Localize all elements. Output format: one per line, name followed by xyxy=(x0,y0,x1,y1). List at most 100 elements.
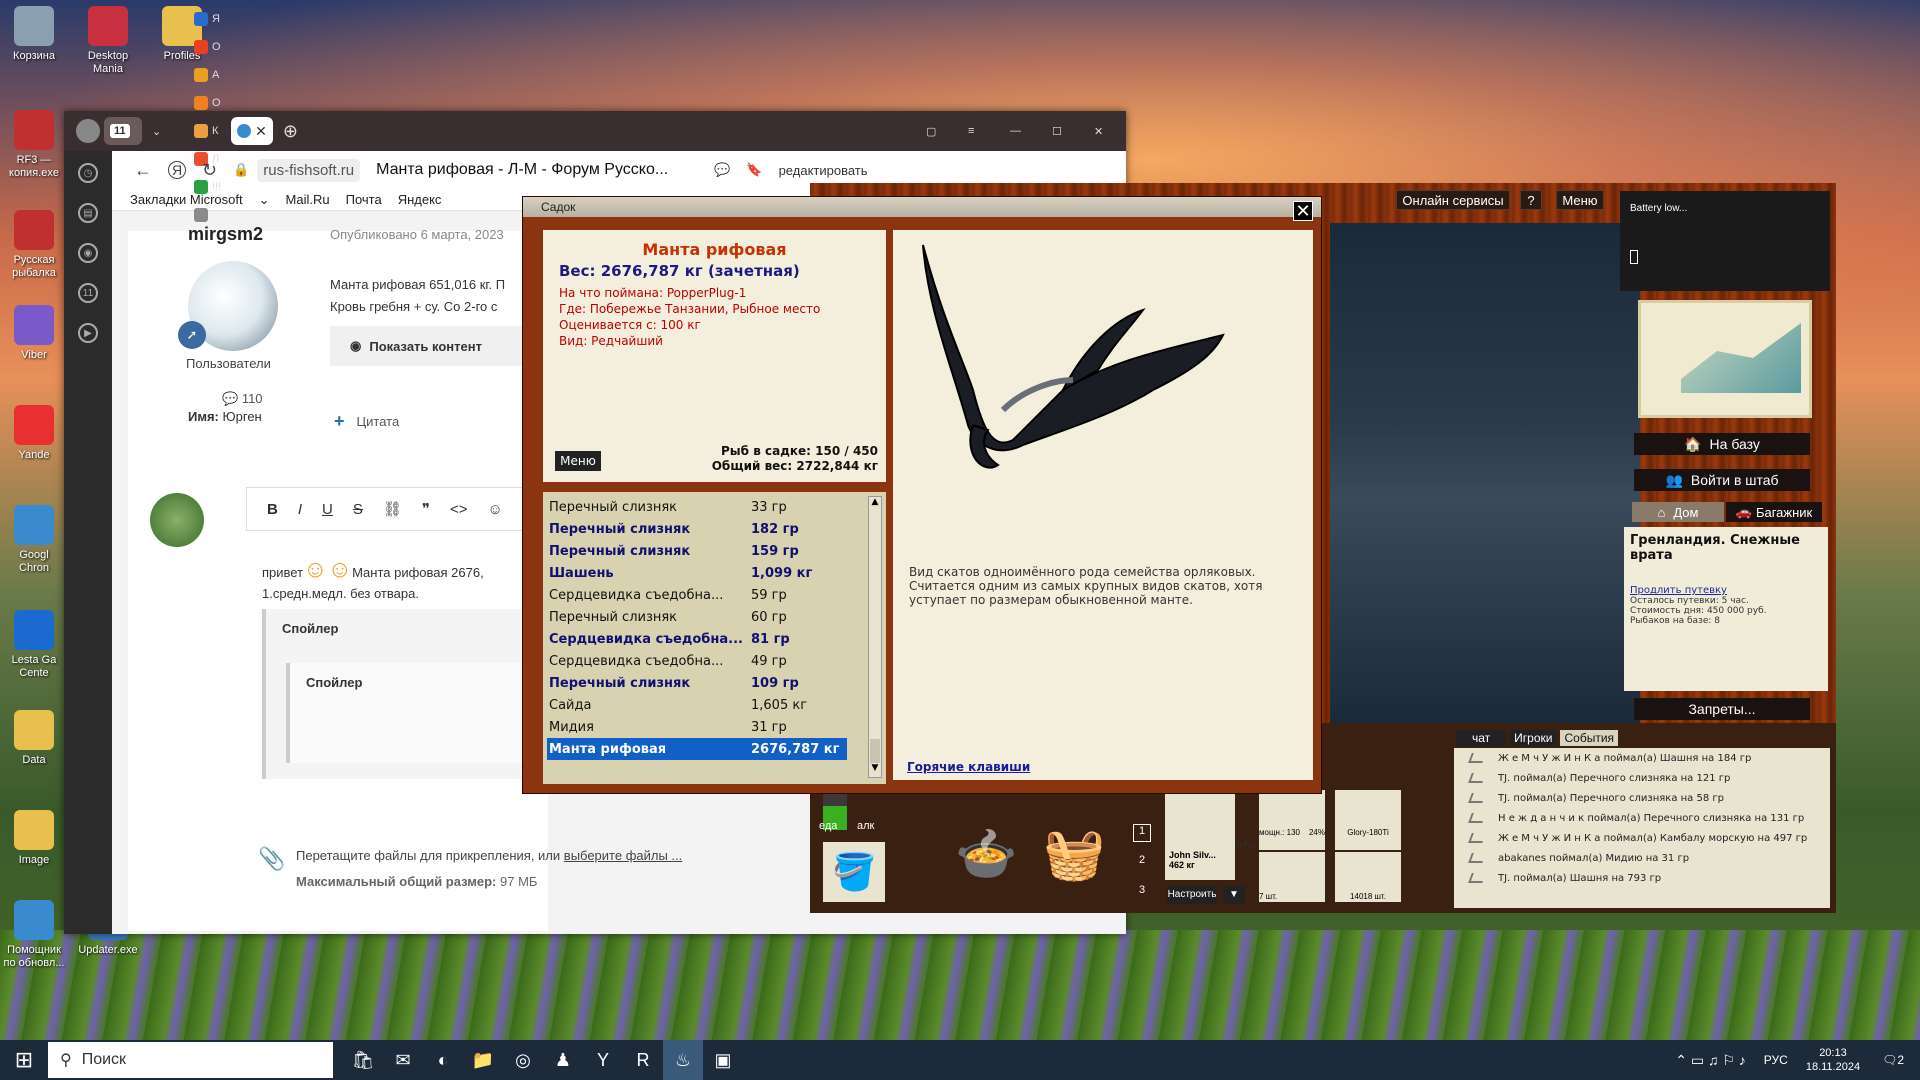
to-base-button[interactable]: 🏠 На базу xyxy=(1634,433,1810,455)
window-close-icon[interactable]: ✕ xyxy=(1088,117,1126,145)
bookmark-pochta[interactable]: Почта xyxy=(346,192,382,207)
desktop-icon[interactable]: Русская рыбалка xyxy=(0,210,68,280)
dialog-close-button[interactable]: ✕ xyxy=(1293,201,1313,221)
setup-button[interactable]: Настроить xyxy=(1167,886,1217,904)
bookmark-microsoft[interactable]: Закладки Microsoft xyxy=(130,192,243,207)
rf3-icon[interactable]: R xyxy=(623,1040,663,1080)
slot-3[interactable]: 3 xyxy=(1133,884,1151,902)
list-item[interactable]: Манта рифовая 2676,787 кг xyxy=(547,738,847,760)
desktop-icon[interactable]: Image xyxy=(0,810,68,867)
menu-icon[interactable]: ≡ xyxy=(962,117,1000,145)
pot-icon[interactable]: 🍲 xyxy=(955,825,1017,884)
username[interactable]: mirgsm2 xyxy=(188,224,263,245)
quote-icon[interactable]: ❞ xyxy=(422,500,430,518)
collections-icon[interactable]: ▤ xyxy=(78,203,98,223)
bans-button[interactable]: Запреты... xyxy=(1634,698,1810,720)
quote-button[interactable]: + Цитата xyxy=(334,411,399,432)
game-menu-button[interactable]: Меню xyxy=(1556,190,1604,210)
reply-line-1[interactable]: привет☺☺Манта рифовая 2676, xyxy=(262,556,484,584)
bookmark-icon[interactable]: 🔖 xyxy=(746,162,762,178)
desktop-icon[interactable]: Помощник по обновл... xyxy=(0,900,68,970)
tray-icons[interactable]: ⌃ ▭ ♫ ⚐ ♪ xyxy=(1675,1052,1746,1069)
choose-files-link[interactable]: выберите файлы ... xyxy=(564,848,683,863)
slot-1[interactable]: 1 xyxy=(1133,824,1151,842)
tab-forum-active[interactable]: ✕ xyxy=(231,117,273,145)
bold-button[interactable]: B xyxy=(267,501,278,518)
map-thumbnail[interactable] xyxy=(1638,300,1812,418)
explorer-icon[interactable]: 📁 xyxy=(463,1040,503,1080)
minimize-icon[interactable]: — xyxy=(1004,117,1042,145)
list-item[interactable]: Перечный слизняк 33 гр xyxy=(543,496,886,518)
desktop-icon[interactable]: RF3 — копия.exe xyxy=(0,110,68,180)
code-icon[interactable]: <> xyxy=(450,501,468,518)
show-content-button[interactable]: ◉ Показать контент xyxy=(330,326,550,366)
list-item[interactable]: Сайда 1,605 кг xyxy=(543,694,886,716)
url-field[interactable]: 🔒 rus-fishsoft.ru Манта рифовая - Л-М - … xyxy=(233,158,668,182)
dropdown-icon[interactable]: ▼ xyxy=(1223,886,1245,904)
mail-icon[interactable]: ✉ xyxy=(383,1040,423,1080)
tab-trunk[interactable]: 🚗 Багажник xyxy=(1726,502,1822,522)
back-icon[interactable]: ← xyxy=(134,160,152,181)
desktop-icon[interactable]: Viber xyxy=(0,305,68,362)
reel-slot[interactable]: мощн.: 130 24% xyxy=(1259,790,1325,850)
desktop-icon[interactable]: Desktop Mania xyxy=(74,6,142,76)
list-item[interactable]: Перечный слизняк 159 гр xyxy=(543,540,886,562)
italic-button[interactable]: I xyxy=(298,501,302,518)
desktop-icon[interactable]: Data xyxy=(0,710,68,767)
emoji-icon[interactable]: ☺ xyxy=(488,501,503,518)
screenshot-icon[interactable]: ◉ xyxy=(78,243,98,263)
tab-1[interactable]: Я xyxy=(188,5,227,33)
keepnet-menu-button[interactable]: Меню xyxy=(555,451,601,471)
strike-button[interactable]: S xyxy=(353,501,363,518)
chevron-down-icon[interactable]: ⌄ xyxy=(259,192,270,208)
tab-home[interactable]: ⌂ Дом xyxy=(1632,502,1724,522)
edit-button[interactable]: редактировать xyxy=(779,163,868,178)
slot-2[interactable]: 2 xyxy=(1133,854,1151,872)
list-item[interactable]: Сердцевидка съедобна... 81 гр xyxy=(543,628,886,650)
play-icon[interactable]: ▶ xyxy=(78,323,98,343)
yandex-logo-icon[interactable]: Я xyxy=(168,161,186,179)
desktop-icon[interactable]: Корзина xyxy=(0,6,68,63)
player-slot[interactable]: John Silv... 462 кг xyxy=(1165,790,1235,880)
chrome-icon[interactable]: ◎ xyxy=(503,1040,543,1080)
bookmark-yandex[interactable]: Яндекс xyxy=(398,192,442,207)
attach-area[interactable]: 📎 Перетащите файлы для прикрепления, или… xyxy=(248,836,888,896)
reload-icon[interactable]: ↻ xyxy=(202,160,217,181)
history-icon[interactable]: ◷ xyxy=(78,163,98,183)
chat-icon[interactable]: 💬 xyxy=(714,162,730,178)
keepnet-icon[interactable]: 🧺 xyxy=(1043,825,1105,884)
list-item[interactable]: Перечный слизняк 109 гр xyxy=(543,672,886,694)
tab-counter[interactable]: 11 xyxy=(104,117,142,145)
hotkeys-link[interactable]: Горячие клавиши xyxy=(907,760,1030,774)
start-button[interactable]: ⊞ xyxy=(0,1040,48,1080)
extend-trip-link[interactable]: Продлить путевку xyxy=(1630,585,1822,596)
yandex-browser-icon[interactable]: Y xyxy=(583,1040,623,1080)
tabs-dropdown-icon[interactable]: ⌄ xyxy=(146,117,184,145)
desktop-icon[interactable]: Lesta Ga Cente xyxy=(0,610,68,680)
hooks-slot[interactable]: 7 шт. xyxy=(1259,852,1325,902)
window-icon[interactable]: ▣ xyxy=(703,1040,743,1080)
list-item[interactable]: Мидия 31 гр xyxy=(543,716,886,738)
edge-icon[interactable]: ◐ xyxy=(423,1040,463,1080)
lang-indicator[interactable]: РУС xyxy=(1764,1053,1788,1067)
tab-3[interactable]: А xyxy=(188,61,227,89)
spoiler-outer[interactable]: Спойлер Спойлер xyxy=(262,609,566,779)
maximize-icon[interactable]: ☐ xyxy=(1046,117,1084,145)
new-tab-button[interactable]: ⊕ xyxy=(277,117,315,145)
list-item[interactable]: Шашень 1,099 кг xyxy=(543,562,886,584)
notifications-icon[interactable]: 🗨2 xyxy=(1882,1053,1904,1067)
list-item[interactable]: Сердцевидка съедобна... 49 гр xyxy=(543,650,886,672)
help-button[interactable]: ? xyxy=(1520,190,1542,210)
link-icon[interactable]: ⛓ xyxy=(383,500,402,518)
scroll-thumb[interactable] xyxy=(870,739,880,763)
bait-slot[interactable]: 14018 шт. xyxy=(1335,852,1401,902)
tab-players[interactable]: Игроки xyxy=(1510,730,1557,746)
line-slot[interactable]: Glory-180Ti xyxy=(1335,790,1401,850)
avatar[interactable] xyxy=(76,119,100,143)
scroll-down-icon[interactable]: ▼ xyxy=(869,763,881,777)
fishsoft-icon[interactable]: ♨ xyxy=(663,1040,703,1080)
online-services-button[interactable]: Онлайн сервисы xyxy=(1396,190,1510,210)
bucket-icon[interactable]: 🪣 xyxy=(823,842,885,902)
enter-hq-button[interactable]: 👥 Войти в штаб xyxy=(1634,469,1810,491)
store-icon[interactable]: 🛍 xyxy=(343,1040,383,1080)
